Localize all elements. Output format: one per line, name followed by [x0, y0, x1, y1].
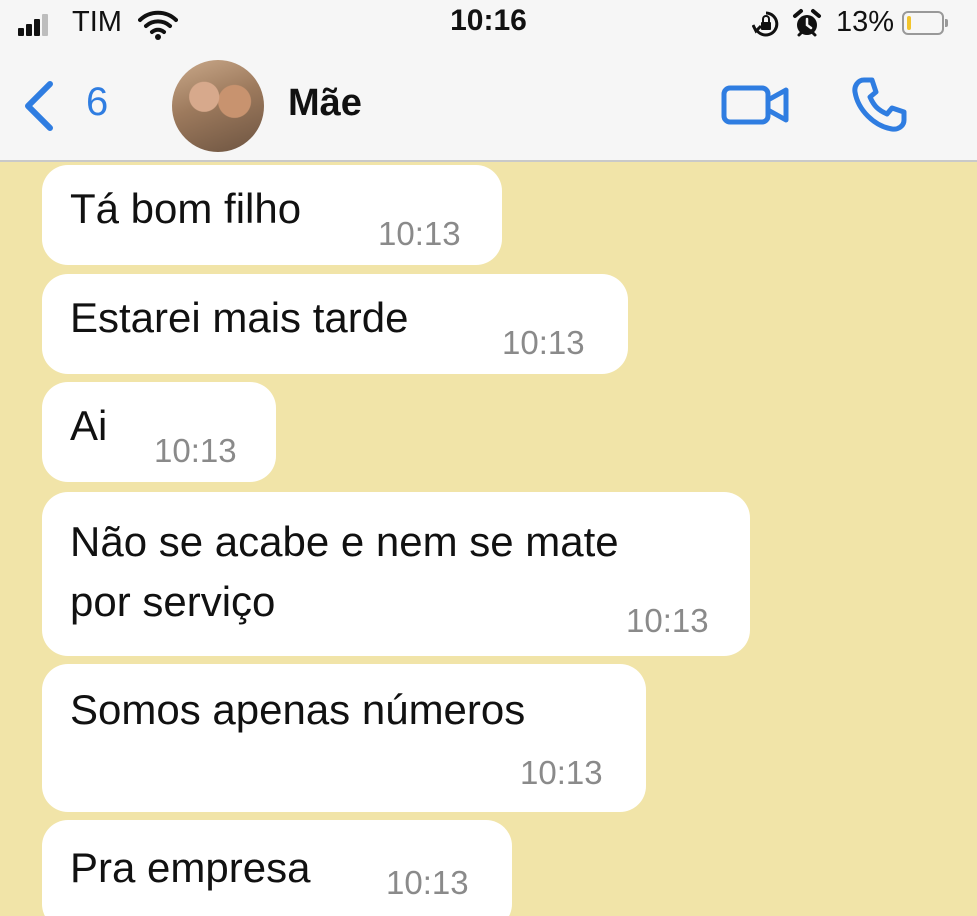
- message-text: Pra empresa: [70, 844, 311, 891]
- message-bubble[interactable]: Não se acabe e nem se mate por serviço 1…: [42, 492, 750, 656]
- carrier-label: TIM: [72, 6, 122, 38]
- back-chevron-icon: [25, 81, 53, 131]
- signal-icon: [18, 14, 50, 36]
- message-list[interactable]: Tá bom filho 10:13 Estarei mais tarde 10…: [0, 162, 977, 916]
- message-bubble[interactable]: Pra empresa 10:13: [42, 820, 512, 916]
- message-time: 10:13: [520, 754, 603, 791]
- orientation-lock-icon: [752, 11, 779, 37]
- battery-fill: [907, 16, 911, 30]
- message-time: 10:13: [154, 432, 237, 469]
- avatar[interactable]: [172, 60, 264, 152]
- message-time: 10:13: [386, 864, 469, 901]
- battery-percent: 13%: [836, 6, 895, 38]
- message-text: Tá bom filho: [70, 185, 302, 232]
- message-time: 10:13: [626, 602, 709, 639]
- message-bubble[interactable]: Ai 10:13: [42, 382, 276, 482]
- chat-header: 6 Mãe: [0, 50, 977, 162]
- video-call-icon[interactable]: [720, 80, 790, 130]
- message-bubble[interactable]: Tá bom filho 10:13: [42, 165, 502, 265]
- back-button[interactable]: 6: [20, 76, 130, 136]
- message-bubble[interactable]: Somos apenas números 10:13: [42, 664, 646, 812]
- alarm-icon: [793, 9, 821, 37]
- message-time: 10:13: [378, 215, 461, 252]
- contact-name[interactable]: Mãe: [288, 82, 362, 125]
- message-text: Estarei mais tarde: [70, 294, 409, 341]
- message-text: Somos apenas números: [70, 686, 526, 733]
- wifi-icon: [138, 10, 178, 40]
- status-bar: TIM 10:16 13%: [0, 0, 977, 50]
- message-time: 10:13: [502, 324, 585, 361]
- phone-call-icon[interactable]: [850, 76, 908, 134]
- message-text: Ai: [70, 402, 108, 449]
- message-text: Não se acabe e nem se mate por serviço: [70, 518, 619, 625]
- unread-count: 6: [86, 80, 109, 124]
- battery-icon: [902, 11, 948, 35]
- message-bubble[interactable]: Estarei mais tarde 10:13: [42, 274, 628, 374]
